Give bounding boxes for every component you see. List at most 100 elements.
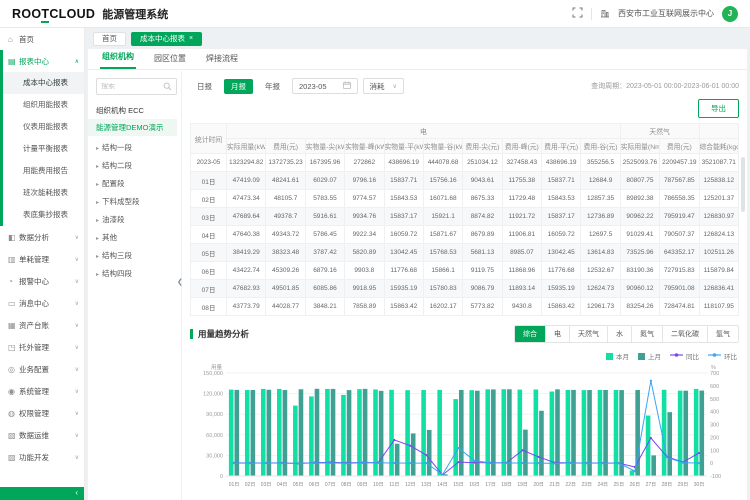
svg-text:28日: 28日 — [662, 482, 673, 488]
tab-焊接流程[interactable]: 焊接流程 — [204, 53, 240, 69]
sidebar-item-系统管理[interactable]: ◉系统管理∨ — [0, 380, 84, 402]
tree-node-下料成型段[interactable]: ▸下料成型段 — [96, 193, 177, 211]
tree-search-input[interactable] — [101, 83, 161, 90]
svg-text:04日: 04日 — [277, 482, 288, 488]
cell-value: 6879.16 — [305, 262, 344, 280]
sidebar-item-label: 单耗管理 — [19, 254, 49, 265]
page-tab-home[interactable]: 首页 — [93, 32, 126, 46]
tab-园区位置[interactable]: 园区位置 — [152, 53, 188, 69]
period-日报[interactable]: 日报 — [190, 79, 219, 94]
tree-node-结构一段[interactable]: ▸结构一段 — [96, 139, 177, 157]
app-title: 能源管理系统 — [102, 6, 168, 22]
cell-value: 126830.97 — [699, 208, 739, 226]
cell-value: 795901.08 — [660, 280, 699, 298]
sidebar-item-业务配置[interactable]: ◎业务配置∨ — [0, 358, 84, 380]
col-header: 实物量-平(kWh) — [384, 139, 423, 154]
cell-value: 102511.26 — [699, 244, 739, 262]
cell-value: 125201.37 — [699, 190, 739, 208]
outsourcing-icon: ◳ — [8, 343, 19, 352]
period-月报[interactable]: 月报 — [224, 79, 253, 94]
page-tab-active[interactable]: 成本中心报表× — [131, 32, 202, 46]
cell-value: 8675.33 — [463, 190, 502, 208]
cell-value: 15866.1 — [423, 262, 462, 280]
sidebar-subitem-用能费用报告[interactable]: 用能费用报告 — [3, 160, 84, 182]
sidebar-subitem-计量平衡报表[interactable]: 计量平衡报表 — [3, 138, 84, 160]
table-scrollbar[interactable] — [741, 157, 745, 212]
cell-value: 13042.45 — [384, 244, 423, 262]
sidebar-item-数据运维[interactable]: ▧数据运维∨ — [0, 424, 84, 446]
chevron-down-icon: ∨ — [75, 322, 79, 329]
table-row: 05日38419.2938323.483787.425820.8913042.4… — [191, 244, 739, 262]
sidebar-item-首页[interactable]: ⌂首页 — [0, 28, 84, 50]
trend-toggle-天然气[interactable]: 天然气 — [570, 326, 608, 342]
cell-value: 3848.21 — [305, 298, 344, 316]
caret-right-icon: ▸ — [96, 146, 99, 152]
metric-select[interactable]: 消耗∨ — [363, 78, 404, 94]
legend-上月[interactable]: 上月 — [638, 351, 661, 361]
sidebar-item-数据分析[interactable]: ◧数据分析∨ — [0, 226, 84, 248]
export-button[interactable]: 导出 — [698, 99, 739, 118]
period-年报[interactable]: 年报 — [258, 79, 287, 94]
sidebar-item-托外管理[interactable]: ◳托外管理∨ — [0, 336, 84, 358]
sidebar-subitem-组织用能报表[interactable]: 组织用能报表 — [3, 94, 84, 116]
tree-node-结构二段[interactable]: ▸结构二段 — [96, 157, 177, 175]
sidebar-item-权限管理[interactable]: ◍权限管理∨ — [0, 402, 84, 424]
date-picker[interactable]: 2023-05 — [292, 78, 358, 94]
tree-node-结构四段[interactable]: ▸结构四段 — [96, 265, 177, 283]
fullscreen-icon[interactable] — [572, 5, 583, 23]
sidebar-item-消息中心[interactable]: ▭消息中心∨ — [0, 292, 84, 314]
tree-selected-node[interactable]: 能源管理DEMO演示 — [88, 119, 177, 136]
sidebar-subitem-成本中心报表[interactable]: 成本中心报表 — [3, 72, 84, 94]
tree-collapse-handle[interactable]: ❮ — [177, 271, 185, 295]
sidebar-item-label: 消息中心 — [19, 298, 49, 309]
trend-toggle-氩气[interactable]: 氩气 — [708, 326, 738, 342]
trend-toggle-氮气[interactable]: 氮气 — [632, 326, 663, 342]
cell-time: 05日 — [191, 244, 227, 262]
trend-toggle-水[interactable]: 水 — [608, 326, 632, 342]
cell-value: 8874.82 — [463, 208, 502, 226]
cell-value: 11921.72 — [502, 208, 541, 226]
legend-本月[interactable]: 本月 — [606, 351, 629, 361]
avatar[interactable]: J — [722, 6, 738, 22]
legend-同比[interactable]: 同比 — [670, 351, 699, 361]
svg-text:03日: 03日 — [261, 482, 272, 488]
svg-text:23日: 23日 — [581, 482, 592, 488]
sidebar-item-资产台账[interactable]: ▦资产台账∨ — [0, 314, 84, 336]
cell-value: 16059.72 — [384, 226, 423, 244]
trend-toggle-二氧化碳[interactable]: 二氧化碳 — [663, 326, 708, 342]
tree-root-label[interactable]: 组织机构 ECC — [96, 105, 177, 116]
sidebar-subitem-仪表用能报表[interactable]: 仪表用能报表 — [3, 116, 84, 138]
col-header: 实物量-尖(kWh) — [305, 139, 344, 154]
cell-value: 126836.41 — [699, 280, 739, 298]
svg-text:21日: 21日 — [549, 482, 560, 488]
tree-search-box[interactable] — [96, 78, 177, 95]
tab-组织机构[interactable]: 组织机构 — [100, 51, 136, 69]
sidebar-subitem-表底集抄报表[interactable]: 表底集抄报表 — [3, 204, 84, 226]
trend-toggle-综合[interactable]: 综合 — [515, 326, 546, 342]
cell-value: 48105.7 — [266, 190, 305, 208]
sidebar-collapse-button[interactable]: ‹ — [0, 487, 85, 500]
tree-node-油漆段[interactable]: ▸油漆段 — [96, 211, 177, 229]
trend-toggle-电[interactable]: 电 — [546, 326, 570, 342]
org-name[interactable]: 西安市工业互联网展示中心 — [618, 8, 714, 19]
cell-value: 89892.38 — [620, 190, 659, 208]
sidebar-item-报警中心[interactable]: ◔报警中心∨ — [0, 270, 84, 292]
sidebar-item-报表中心[interactable]: ▤报表中心∧ — [3, 50, 84, 72]
cell-value: 9796.16 — [345, 172, 384, 190]
chevron-down-icon: ∨ — [393, 83, 397, 90]
caret-right-icon: ▸ — [96, 218, 99, 224]
cell-value: 5820.89 — [345, 244, 384, 262]
col-header: 费用-峰(元) — [502, 139, 541, 154]
sidebar-item-功能开发[interactable]: ▨功能开发∨ — [0, 446, 84, 468]
svg-text:24日: 24日 — [598, 482, 609, 488]
close-tab-icon[interactable]: × — [189, 33, 193, 45]
legend-环比[interactable]: 环比 — [708, 351, 737, 361]
sidebar-subitem-班次能耗报表[interactable]: 班次能耗报表 — [3, 182, 84, 204]
cell-value: 728474.81 — [660, 298, 699, 316]
tree-node-其他[interactable]: ▸其他 — [96, 229, 177, 247]
sidebar-item-单耗管理[interactable]: ▥单耗管理∨ — [0, 248, 84, 270]
tree-node-配置段[interactable]: ▸配置段 — [96, 175, 177, 193]
table-row: 02日47473.3448105.75783.559774.5715843.53… — [191, 190, 739, 208]
tree-node-结构三段[interactable]: ▸结构三段 — [96, 247, 177, 265]
cell-value: 444078.68 — [423, 154, 462, 172]
